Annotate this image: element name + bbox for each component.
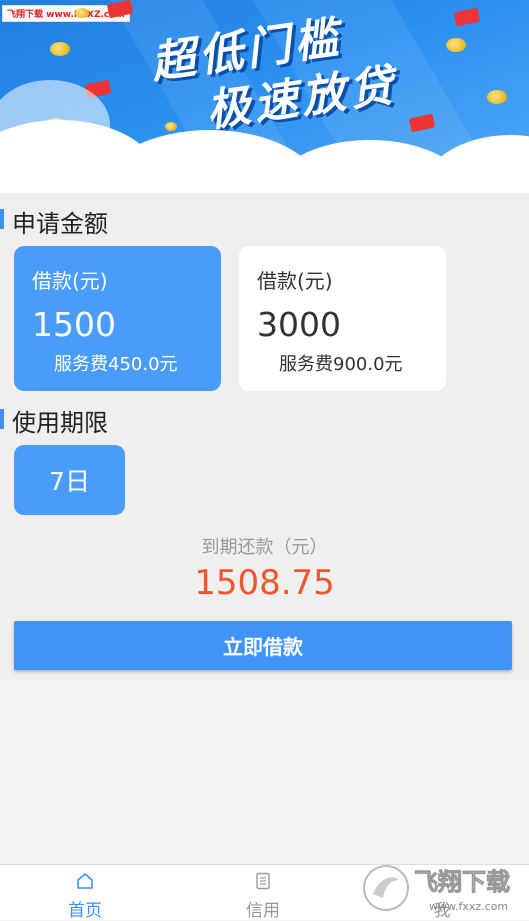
gold-coin-icon bbox=[75, 8, 89, 18]
borrow-now-button[interactable]: 立即借款 bbox=[14, 621, 512, 670]
amount-option-3000[interactable]: 借款(元) 3000 服务费900.0元 bbox=[239, 246, 446, 391]
section-marker bbox=[0, 209, 4, 229]
gold-coin-icon bbox=[487, 90, 507, 104]
loan-form: 申请金额 借款(元) 1500 服务费450.0元 借款(元) 3000 服务费… bbox=[0, 193, 529, 680]
amount-section-title: 申请金额 bbox=[12, 210, 108, 238]
service-fee: 服务费450.0元 bbox=[54, 354, 178, 375]
amount-value: 3000 bbox=[257, 305, 341, 344]
tab-label: 信用 bbox=[246, 901, 280, 921]
tab-credit[interactable]: 信用 bbox=[203, 865, 323, 921]
document-icon bbox=[256, 872, 270, 890]
watermark-logo: 飞翔下载 www.fxxz.com bbox=[363, 865, 510, 913]
amount-option-1500[interactable]: 借款(元) 1500 服务费450.0元 bbox=[14, 246, 221, 391]
svg-text:www.fxxz.com: www.fxxz.com bbox=[429, 900, 508, 913]
section-marker bbox=[0, 409, 4, 429]
tab-home[interactable]: 首页 bbox=[25, 865, 145, 921]
amount-value: 1500 bbox=[32, 305, 116, 344]
due-repayment-label: 到期还款（元） bbox=[201, 537, 328, 558]
service-fee: 服务费900.0元 bbox=[279, 354, 403, 375]
home-icon bbox=[77, 873, 93, 889]
term-section-title: 使用期限 bbox=[12, 409, 108, 437]
amount-label: 借款(元) bbox=[257, 269, 333, 293]
red-envelope-icon bbox=[453, 7, 481, 27]
amount-label: 借款(元) bbox=[32, 269, 108, 293]
promo-banner: 飞翔下载 www.FXXZ.com 超低门槛 极速放贷 bbox=[0, 0, 529, 193]
svg-text:飞翔下载: 飞翔下载 bbox=[414, 868, 510, 896]
tab-label: 首页 bbox=[68, 901, 102, 921]
term-option-7-days[interactable]: 7日 bbox=[14, 445, 125, 515]
gold-coin-icon bbox=[50, 42, 70, 56]
gold-coin-icon bbox=[165, 122, 177, 131]
gold-coin-icon bbox=[446, 38, 466, 52]
due-repayment-amount: 1508.75 bbox=[194, 563, 335, 603]
